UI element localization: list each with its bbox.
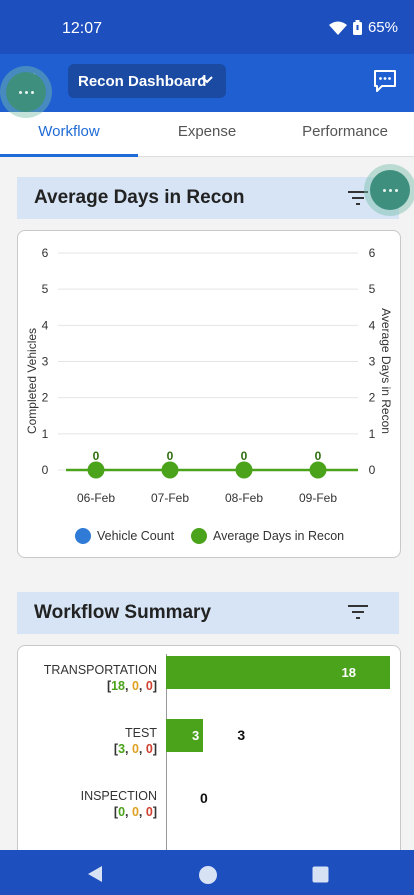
summary-value: 0 (200, 790, 208, 806)
avg-days-header: Average Days in Recon (17, 177, 399, 219)
status-time: 12:07 (62, 20, 103, 37)
avg-days-chart-card: Completed Vehicles Average Days in Recon… (17, 230, 401, 558)
x-tick-label: 06-Feb (77, 491, 115, 505)
legend-label: Vehicle Count (97, 529, 175, 543)
summary-stage-counts: [0, 0, 0] (113, 805, 157, 819)
data-label: 0 (167, 449, 174, 463)
y-tick-right: 0 (369, 463, 376, 477)
app-bar: Recon Dashboard (0, 54, 414, 112)
legend-label: Average Days in Recon (213, 529, 345, 543)
y-axis-right-label: Average Days in Recon (379, 308, 393, 434)
summary-stage-name: INSPECTION (80, 789, 157, 803)
workflow-summary-title: Workflow Summary (34, 602, 212, 623)
floating-menu-bubble[interactable] (370, 170, 410, 210)
y-tick-left: 2 (42, 391, 49, 405)
workflow-summary-header: Workflow Summary (17, 592, 399, 634)
summary-bar[interactable]: 3 (166, 719, 204, 752)
data-label: 0 (315, 449, 322, 463)
y-tick-left: 1 (42, 427, 49, 441)
avg-days-chart: Completed Vehicles Average Days in Recon… (25, 246, 393, 505)
data-point (309, 461, 327, 479)
y-tick-left: 6 (42, 246, 49, 260)
y-tick-right: 6 (369, 246, 376, 260)
data-label: 0 (93, 449, 100, 463)
summary-row-label: INSPECTION [0, 0, 0] (81, 788, 157, 820)
tab-bar: Workflow Expense Performance (0, 112, 414, 157)
data-point (87, 461, 105, 479)
tab-workflow[interactable]: Workflow (0, 112, 138, 157)
data-point (235, 461, 253, 479)
tab-performance[interactable]: Performance (276, 112, 414, 156)
tab-expense[interactable]: Expense (138, 112, 276, 156)
y-tick-right: 5 (369, 282, 376, 296)
battery-icon (352, 20, 362, 35)
wifi-icon (328, 21, 347, 35)
dashboard-dropdown[interactable]: Recon Dashboard (68, 64, 226, 98)
legend-dot-green (191, 528, 207, 544)
avg-days-title: Average Days in Recon (34, 187, 245, 208)
y-tick-left: 5 (42, 282, 49, 296)
filter-icon[interactable] (348, 605, 368, 619)
back-triangle-icon[interactable] (86, 865, 104, 883)
summary-row-label: TRANSPORTATION [18, 0, 0] (44, 662, 157, 694)
y-tick-right: 4 (369, 318, 376, 332)
y-tick-right: 2 (369, 391, 376, 405)
legend-dot-blue (75, 528, 91, 544)
summary-bar[interactable]: 18 (166, 656, 390, 689)
floating-menu-bubble[interactable] (6, 72, 46, 112)
legend-vehicle-count[interactable]: Vehicle Count (75, 528, 174, 544)
y-tick-left: 0 (42, 463, 49, 477)
summary-row-label: TEST [3, 0, 0] (114, 725, 157, 757)
status-icons: 65% (328, 19, 398, 36)
home-circle-icon[interactable] (198, 865, 218, 885)
more-icon (382, 188, 398, 192)
more-icon (18, 90, 34, 94)
x-tick-label: 07-Feb (151, 491, 189, 505)
summary-stage-counts: [3, 0, 0] (113, 742, 157, 756)
filter-icon[interactable] (348, 191, 368, 205)
summary-stage-counts: [18, 0, 0] (106, 679, 157, 693)
data-label: 0 (241, 449, 248, 463)
system-nav-bar (0, 850, 414, 895)
recents-square-icon[interactable] (312, 866, 329, 883)
summary-stage-name: TRANSPORTATION (43, 663, 157, 677)
status-bar: 12:07 65% (0, 0, 414, 54)
dashboard-title: Recon Dashboard (78, 72, 207, 90)
y-tick-right: 1 (369, 427, 376, 441)
summary-stage-name: TEST (125, 726, 157, 740)
legend-average-days[interactable]: Average Days in Recon (191, 528, 344, 544)
chevron-down-icon (201, 76, 213, 84)
x-tick-label: 09-Feb (299, 491, 337, 505)
x-tick-label: 08-Feb (225, 491, 263, 505)
summary-bar-label: 18 (341, 665, 356, 680)
y-axis-left-label: Completed Vehicles (25, 328, 39, 434)
y-tick-right: 3 (369, 355, 376, 369)
data-point (161, 461, 179, 479)
y-tick-left: 4 (42, 318, 49, 332)
chat-icon[interactable] (372, 68, 398, 94)
battery-percent: 65% (367, 19, 398, 36)
content-area: Average Days in Recon Completed Vehicles… (0, 157, 414, 850)
y-tick-left: 3 (42, 355, 49, 369)
summary-bar-label: 3 (192, 728, 200, 743)
summary-value: 3 (237, 727, 246, 743)
